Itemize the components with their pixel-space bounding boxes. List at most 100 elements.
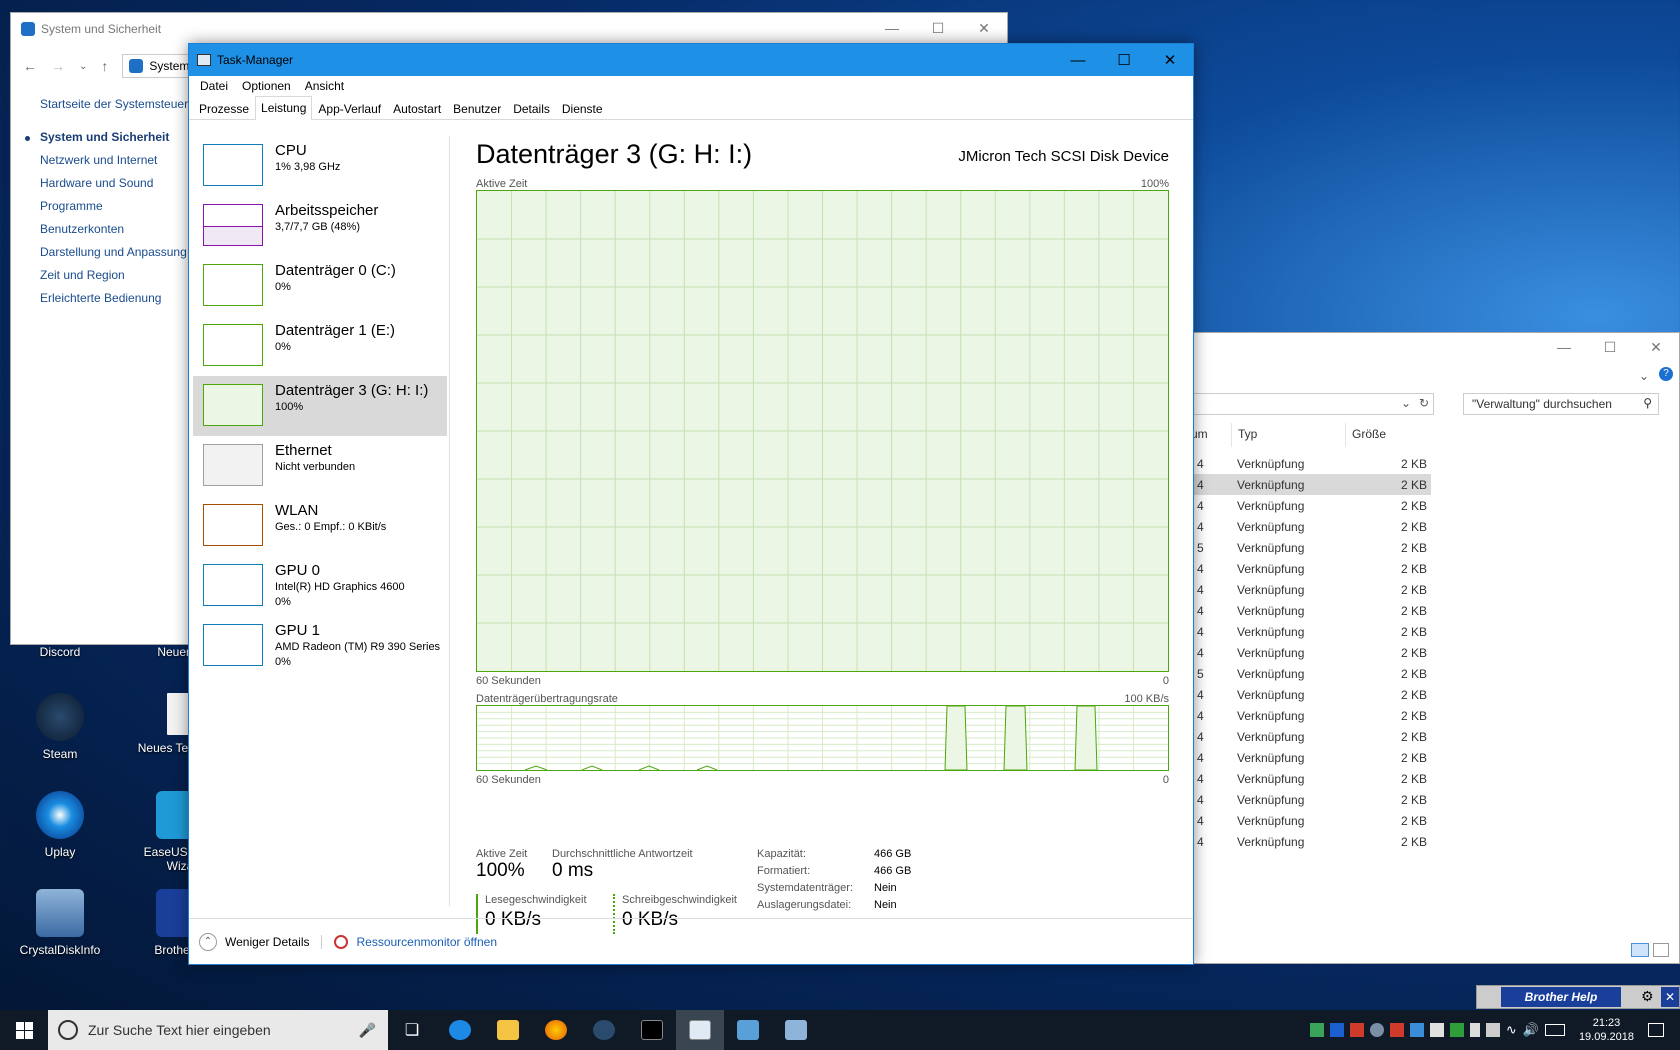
tray-app-icon[interactable] [1389,1023,1404,1037]
desktop-icon-crystaldiskinfo[interactable]: CrystalDiskInfo [10,889,110,957]
tray-app-icon[interactable] [1429,1023,1444,1037]
menu-datei[interactable]: Datei [193,79,235,93]
task-view-button[interactable]: ❏ [388,1010,436,1050]
column-type[interactable]: Typ [1231,423,1345,447]
control-panel-link[interactable]: Startseite der Systemsteuerung [11,93,208,116]
file-row[interactable]: 4 Verknüpfung 2 KB [1191,516,1431,537]
sidebar-item[interactable]: GPU 0 Intel(R) HD Graphics 4600 0% [193,556,447,616]
tab-details[interactable]: Details [507,97,556,119]
taskbar-explorer[interactable] [484,1010,532,1050]
open-resource-monitor-link[interactable]: Ressourcenmonitor öffnen [356,935,497,949]
minimize-button[interactable]: — [869,13,915,43]
file-row[interactable]: 4 Verknüpfung 2 KB [1191,831,1431,852]
tray-app-icon[interactable] [1469,1023,1480,1037]
file-row[interactable]: 4 Verknüpfung 2 KB [1191,768,1431,789]
back-arrow-icon[interactable]: ← [23,58,37,74]
desktop-icon-discord[interactable]: Discord [10,645,110,659]
sidebar-item[interactable]: Ethernet Nicht verbunden [193,436,447,496]
forward-arrow-icon[interactable]: → [51,58,65,74]
details-view-icon[interactable] [1631,943,1649,957]
file-row[interactable]: 4 Verknüpfung 2 KB [1191,810,1431,831]
close-button[interactable]: ✕ [961,13,1007,43]
taskbar-control-panel[interactable] [724,1010,772,1050]
sidebar-item[interactable]: Arbeitsspeicher 3,7/7,7 GB (48%) [193,196,447,256]
volume-icon[interactable]: 🔊 [1523,1022,1539,1038]
tab-app-verlauf[interactable]: App-Verlauf [312,97,387,119]
desktop-icon-uplay[interactable]: Uplay [10,791,110,859]
sidebar-item[interactable]: Datenträger 1 (E:) 0% [193,316,447,376]
brother-help-button[interactable]: Brother Help [1501,987,1621,1007]
microphone-icon[interactable]: 🎤 [359,1022,376,1039]
tab-benutzer[interactable]: Benutzer [447,97,507,119]
minimize-button[interactable]: — [1055,44,1101,76]
tray-steam-icon[interactable] [1369,1023,1384,1037]
control-panel-link[interactable]: Benutzerkonten [11,218,191,241]
sidebar-item[interactable]: Datenträger 3 (G: H: I:) 100% [193,376,447,436]
file-row[interactable]: 4 Verknüpfung 2 KB [1191,453,1431,474]
column-date[interactable]: um [1191,423,1231,447]
close-button[interactable]: ✕ [1633,333,1679,361]
file-row[interactable]: 4 Verknüpfung 2 KB [1191,474,1431,495]
tray-app-icon[interactable] [1329,1023,1344,1037]
tray-app-icon[interactable] [1349,1023,1364,1037]
refresh-icon[interactable]: ↻ [1419,396,1429,410]
gear-icon[interactable]: ⚙ [1641,988,1654,1005]
close-button[interactable]: ✕ [1147,44,1193,76]
tab-prozesse[interactable]: Prozesse [193,97,255,119]
file-row[interactable]: 4 Verknüpfung 2 KB [1191,558,1431,579]
taskbar-cmd[interactable] [628,1010,676,1050]
control-panel-link[interactable]: System und Sicherheit [11,126,191,149]
chevron-down-icon[interactable]: ⌄ [1401,396,1411,410]
taskbar-steam[interactable] [580,1010,628,1050]
taskbar-edge[interactable] [436,1010,484,1050]
file-row[interactable]: 5 Verknüpfung 2 KB [1191,663,1431,684]
tab-autostart[interactable]: Autostart [387,97,447,119]
control-panel-link[interactable]: Hardware und Sound [11,172,191,195]
explorer-address-bar[interactable]: ⌄ ↻ [1191,393,1434,415]
maximize-button[interactable]: ☐ [915,13,961,43]
chevron-down-icon[interactable]: ⌄ [79,61,87,72]
taskbar-network[interactable] [772,1010,820,1050]
start-windows-icon[interactable] [16,1022,33,1039]
minimize-button[interactable]: — [1541,333,1587,361]
file-row[interactable]: 4 Verknüpfung 2 KB [1191,579,1431,600]
help-icon[interactable]: ? [1659,367,1673,381]
large-icons-view-icon[interactable] [1653,943,1669,957]
file-row[interactable]: 4 Verknüpfung 2 KB [1191,684,1431,705]
sidebar-item[interactable]: Datenträger 0 (C:) 0% [193,256,447,316]
column-size[interactable]: Größe [1345,423,1421,447]
control-panel-link[interactable]: Zeit und Region [11,264,191,287]
fewer-details-link[interactable]: Weniger Details [225,935,309,949]
explorer-search-input[interactable]: "Verwaltung" durchsuchen ⚲ [1463,393,1659,415]
control-panel-link[interactable]: Erleichterte Bedienung [11,287,191,310]
file-row[interactable]: 4 Verknüpfung 2 KB [1191,747,1431,768]
tray-shield-icon[interactable] [1449,1023,1464,1037]
tray-app-icon[interactable] [1409,1023,1424,1037]
address-bar[interactable]: System [122,54,193,78]
collapse-chevron-icon[interactable]: ⌃ [199,932,217,951]
notifications-icon[interactable] [1648,1023,1664,1037]
file-row[interactable]: 4 Verknüpfung 2 KB [1191,495,1431,516]
sidebar-item[interactable]: GPU 1 AMD Radeon (TM) R9 390 Series 0% [193,616,447,676]
maximize-button[interactable]: ☐ [1587,333,1633,361]
sidebar-item[interactable]: CPU 1% 3,98 GHz [193,136,447,196]
control-panel-link[interactable]: Darstellung und Anpassung [11,241,191,264]
close-icon[interactable]: ✕ [1661,987,1679,1007]
sidebar-item[interactable]: WLAN Ges.: 0 Empf.: 0 KBit/s [193,496,447,556]
taskbar-task-manager[interactable] [676,1010,724,1050]
file-row[interactable]: 4 Verknüpfung 2 KB [1191,726,1431,747]
chevron-down-icon[interactable]: ⌄ [1639,369,1649,383]
clock[interactable]: 21:23 19.09.2018 [1579,1016,1634,1044]
file-row[interactable]: 4 Verknüpfung 2 KB [1191,621,1431,642]
maximize-button[interactable]: ☐ [1101,44,1147,76]
menu-optionen[interactable]: Optionen [235,79,298,93]
tab-dienste[interactable]: Dienste [556,97,609,119]
file-row[interactable]: 5 Verknüpfung 2 KB [1191,537,1431,558]
control-panel-link[interactable]: Netzwerk und Internet [11,149,191,172]
up-arrow-icon[interactable]: ↑ [101,58,108,74]
tab-leistung[interactable]: Leistung [255,96,313,120]
keyboard-icon[interactable] [1544,1024,1565,1036]
desktop-icon-steam[interactable]: Steam [10,693,110,761]
tray-app-icon[interactable] [1485,1023,1500,1037]
wifi-icon[interactable]: ∿ [1506,1022,1517,1038]
